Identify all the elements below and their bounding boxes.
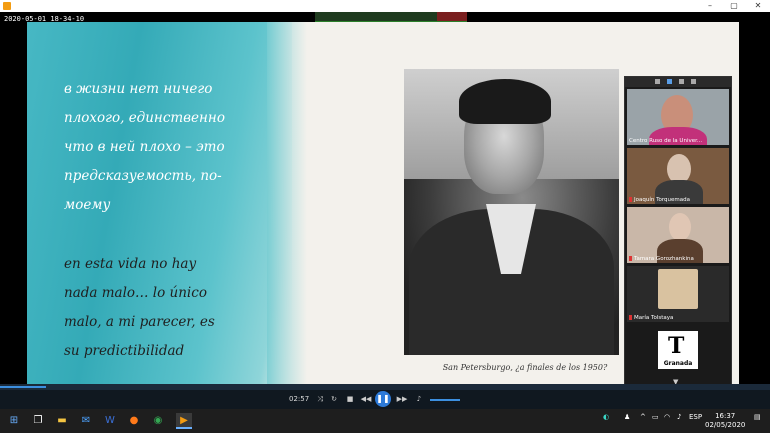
firefox-icon[interactable]: ●	[126, 413, 142, 429]
poem-spanish: en esta vida no hay nada malo… lo único …	[64, 250, 274, 366]
repeat-icon[interactable]: ↻	[328, 393, 340, 405]
system-clock[interactable]: 16:37 02/05/2020	[705, 412, 745, 430]
minimize-button[interactable]: –	[698, 0, 722, 12]
participant-name: Joaquín Torquemada	[634, 197, 691, 203]
file-explorer-icon[interactable]: ▬	[54, 413, 70, 429]
portrait-photo	[404, 69, 619, 355]
participant-tile[interactable]: T Granada	[627, 325, 729, 381]
poem-line: nada malo… lo único	[64, 285, 207, 301]
windows-start-icon[interactable]: ⊞	[6, 413, 22, 429]
poem-line: malo, a mi parecer, es	[64, 314, 215, 330]
seek-bar-fill	[0, 386, 47, 388]
volume-slider[interactable]	[430, 399, 460, 401]
participant-label: María Tolstaya	[629, 315, 673, 321]
participant-name: Centro Ruso de la Univer...	[629, 138, 703, 144]
close-button[interactable]: ✕	[746, 0, 770, 12]
minimize-icon[interactable]	[691, 79, 696, 84]
avatar	[658, 269, 698, 309]
next-icon[interactable]: ▶▶	[396, 393, 408, 405]
gallery-icon[interactable]	[667, 79, 672, 84]
current-time: 02:57	[289, 395, 310, 403]
speaker-icon[interactable]	[679, 79, 684, 84]
notifications-icon[interactable]: ▤	[754, 413, 761, 421]
stop-share-button[interactable]	[437, 12, 467, 21]
poem-line: плохого, единственно	[64, 110, 225, 126]
poem-line: en esta vida no hay	[64, 256, 197, 272]
battery-icon[interactable]: ▭	[652, 413, 659, 421]
taskbar: ⊞ ❐ ▬ ✉ W ● ◉ ▶ ◐ ♟ ^ ▭ ◠ ♪ ESP 16:37 02…	[0, 409, 770, 433]
media-player-icon[interactable]: ▶	[176, 413, 192, 429]
photo-caption: San Petersburgo, ¿a finales de los 1950?	[442, 363, 608, 372]
zoom-panel-toolbar[interactable]	[625, 77, 731, 87]
participant-tile[interactable]: Centro Ruso de la Univer...	[627, 89, 729, 145]
logo-letter: T	[668, 333, 685, 359]
clock-time: 16:37	[715, 412, 736, 420]
participant-tile[interactable]: Tamara Gorozhankina	[627, 207, 729, 263]
video-area[interactable]: 2020-05-01 18-34-10 в жизни нет ничего п…	[0, 12, 770, 391]
wifi-icon[interactable]: ◠	[664, 413, 670, 421]
show-hidden-icon[interactable]: ^	[640, 413, 646, 421]
mic-muted-icon	[629, 197, 632, 202]
previous-icon[interactable]: ◀◀	[360, 393, 372, 405]
shuffle-icon[interactable]: ⤨	[314, 393, 326, 405]
view-icon[interactable]	[655, 79, 660, 84]
poem-line: предсказуемость, по-	[64, 168, 222, 184]
poem-line: моему	[64, 197, 111, 213]
participant-tile[interactable]: Joaquín Torquemada	[627, 148, 729, 204]
participant-label: Joaquín Torquemada	[629, 197, 690, 203]
app-icon	[3, 2, 11, 10]
mic-muted-icon	[629, 315, 632, 320]
player-controls: 02:57 ⤨ ↻ ■ ◀◀ ❚❚ ▶▶ ♪	[0, 390, 770, 409]
poem-russian: в жизни нет ничего плохого, единственно …	[64, 75, 274, 220]
granada-logo: T Granada	[658, 331, 698, 369]
mail-icon[interactable]: ✉	[78, 413, 94, 429]
task-view-icon[interactable]: ❐	[30, 413, 46, 429]
logo-name: Granada	[663, 360, 693, 367]
people-icon[interactable]: ♟	[624, 413, 630, 421]
app-tray-icon[interactable]: ◐	[603, 413, 609, 421]
stop-icon[interactable]: ■	[344, 393, 356, 405]
pause-button[interactable]: ❚❚	[375, 391, 391, 407]
poem-line: su predictibilidad	[64, 343, 185, 359]
participant-name: María Tolstaya	[634, 315, 674, 321]
poem-line: в жизни нет ничего	[64, 81, 213, 97]
zoom-participants-panel[interactable]: Centro Ruso de la Univer... Joaquín Torq…	[624, 76, 732, 391]
language-indicator[interactable]: ESP	[689, 413, 702, 421]
photo-hair	[459, 79, 551, 124]
mic-muted-icon	[629, 256, 632, 261]
clock-date: 02/05/2020	[705, 421, 746, 429]
maximize-button[interactable]: ▢	[722, 0, 746, 12]
poem-line: что в ней плохо – это	[64, 139, 225, 155]
speaker-tray-icon[interactable]: ♪	[677, 413, 681, 421]
participant-name: Tamara Gorozhankina	[634, 256, 694, 262]
participant-tile[interactable]: María Tolstaya	[627, 266, 729, 322]
volume-icon[interactable]: ♪	[413, 393, 425, 405]
chrome-icon[interactable]: ◉	[150, 413, 166, 429]
avatar	[669, 213, 691, 241]
participant-label: Tamara Gorozhankina	[629, 256, 694, 262]
word-icon[interactable]: W	[102, 413, 118, 429]
